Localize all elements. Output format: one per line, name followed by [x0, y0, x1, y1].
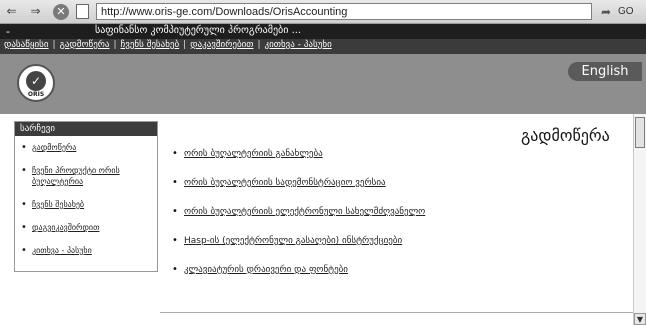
- sidebar-link[interactable]: დაგვიკავშირდით: [32, 223, 99, 232]
- site-title-bar: - საფინანსო კომპიუტერული პროგრამები ...: [0, 24, 646, 39]
- top-menu: დასაწყისი | გადმოწერა | ჩვენს შესახებ | დაკავშ…: [4, 40, 332, 50]
- menu-item-contact[interactable]: დაკავშირებით: [190, 40, 253, 50]
- sidebar-link[interactable]: კითხვა - პასუხი: [32, 246, 92, 255]
- list-item: ორის ბუღალტერიის განახლება: [172, 148, 425, 177]
- menu-item-download[interactable]: გადმოწერა: [60, 40, 110, 50]
- content-divider: [160, 312, 633, 313]
- scroll-down-arrow-icon[interactable]: ▼: [634, 313, 646, 325]
- page-title: გადმოწერა: [521, 126, 610, 145]
- menu-item-faq[interactable]: კითხვა - პასუხი: [265, 40, 332, 50]
- sidebar-link[interactable]: ჩვენს შესახებ: [32, 200, 84, 209]
- sidebar-link[interactable]: ჩვენი პროდუქტი ორის ბუღალტერია: [32, 166, 120, 186]
- download-link-hasp[interactable]: Hasp-ის (ელექტრონული გასაღები) ინსტრუქცი…: [184, 236, 402, 246]
- list-item: ორის ბუღალტერიის ელექტრონული სახელმძღვან…: [172, 206, 425, 235]
- sidebar-item-faq: კითხვა - პასუხი: [21, 245, 153, 256]
- list-item: კლავიატურის დრაივერი და ფონტები: [172, 264, 425, 293]
- sidebar-item-download: გადმოწერა: [21, 142, 153, 153]
- sidebar-item-about: ჩვენს შესახებ: [21, 199, 153, 210]
- scrollbar-thumb[interactable]: [635, 117, 645, 148]
- sidebar-item-product: ჩვენი პროდუქტი ორის ბუღალტერია: [21, 165, 153, 187]
- oris-logo[interactable]: ✓ ORIS: [17, 64, 55, 102]
- menu-item-about[interactable]: ჩვენს შესახებ: [121, 40, 180, 50]
- sidebar-link[interactable]: გადმოწერა: [32, 143, 76, 152]
- download-link-manual[interactable]: ორის ბუღალტერიის ელექტრონული სახელმძღვან…: [184, 207, 425, 217]
- back-arrow-icon[interactable]: ⇐: [4, 4, 19, 19]
- logo-mark-icon: ✓: [26, 71, 46, 91]
- address-bar[interactable]: http://www.oris-ge.com/Downloads/OrisAcc…: [96, 3, 592, 20]
- sidebar-item-contact: დაგვიკავშირდით: [21, 222, 153, 233]
- go-button[interactable]: GO: [618, 6, 634, 17]
- english-language-button[interactable]: English: [568, 62, 642, 81]
- site-header: ✓ ORIS English: [0, 54, 646, 114]
- menu-item-home[interactable]: დასაწყისი: [4, 40, 49, 50]
- top-menu-bar: დასაწყისი | გადმოწერა | ჩვენს შესახებ | დაკავშ…: [0, 39, 646, 54]
- browser-toolbar: ⇐ ⇒ ✕ http://www.oris-ge.com/Downloads/O…: [0, 0, 646, 24]
- list-item: ორის ბუღალტერიის სადემონსტრაციო ვერსია: [172, 177, 425, 206]
- download-list: ორის ბუღალტერიის განახლება ორის ბუღალტერ…: [172, 148, 425, 293]
- download-link-update[interactable]: ორის ბუღალტერიის განახლება: [184, 149, 323, 159]
- list-item: Hasp-ის (ელექტრონული გასაღები) ინსტრუქცი…: [172, 235, 425, 264]
- sidebar-header: სარჩევი: [15, 122, 157, 136]
- title-dash: -: [6, 25, 10, 38]
- stop-icon[interactable]: ✕: [53, 4, 69, 20]
- url-text: http://www.oris-ge.com/Downloads/OrisAcc…: [101, 6, 348, 18]
- download-link-demo[interactable]: ორის ბუღალტერიის სადემონსტრაციო ვერსია: [184, 178, 386, 188]
- logo-text: ORIS: [27, 91, 45, 98]
- forward-arrow-icon[interactable]: ⇒: [28, 4, 43, 19]
- sidebar: სარჩევი გადმოწერა ჩვენი პროდუქტი ორის ბუ…: [14, 121, 158, 272]
- go-arrow-icon[interactable]: ➦: [598, 4, 614, 20]
- page-icon: [76, 4, 89, 19]
- site-title: საფინანსო კომპიუტერული პროგრამები ...: [95, 25, 302, 36]
- sidebar-list: გადმოწერა ჩვენი პროდუქტი ორის ბუღალტერია…: [15, 136, 157, 256]
- download-link-keyboard[interactable]: კლავიატურის დრაივერი და ფონტები: [184, 265, 348, 275]
